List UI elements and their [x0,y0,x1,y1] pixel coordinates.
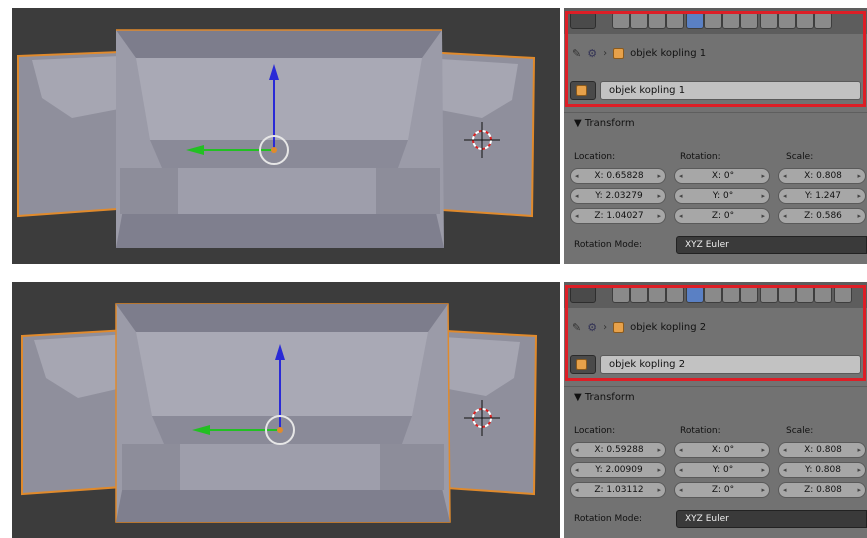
mesh-scene [21,303,538,523]
breadcrumb: ✎ ⚙ › objek kopling 2 [572,316,706,338]
location-x-field[interactable]: ◂ X: 0.59288 ▸ [570,442,666,458]
transform-panel-header[interactable]: ▼ Transform [574,118,635,129]
breadcrumb: ✎ ⚙ › objek kopling 1 [572,42,706,64]
rotation-y-field[interactable]: ◂ Y: 0° ▸ [674,188,770,204]
particles-icon[interactable] [796,286,814,303]
cube-icon [576,85,587,96]
3d-viewport[interactable] [12,282,560,538]
screenshot-top: ✎ ⚙ › objek kopling 1 objek kopling 1 ▼ … [0,8,867,264]
scene-icon[interactable] [648,286,666,303]
rotation-z-field[interactable]: ◂ Z: 0° ▸ [674,482,770,498]
divider [564,386,867,387]
object-icon[interactable] [686,12,704,29]
physics-icon[interactable] [814,12,832,29]
location-z-field[interactable]: ◂ Z: 1.04027 ▸ [570,208,666,224]
breadcrumb-separator: › [603,321,608,333]
object-datablock-button[interactable] [570,81,596,100]
object-name-row: objek kopling 2 [570,355,861,374]
rotation-mode-dropdown[interactable]: XYZ Euler [676,510,867,528]
rotation-x-field[interactable]: ◂ X: 0° ▸ [674,168,770,184]
constraints-icon[interactable] [704,286,722,303]
scene-tree-icon: ⚙ [587,46,598,60]
scale-x-field[interactable]: ◂ X: 0.808 ▸ [778,442,866,458]
breadcrumb-separator: › [603,47,608,59]
location-y-field[interactable]: ◂ Y: 2.03279 ▸ [570,188,666,204]
data-icon[interactable] [740,12,758,29]
scene-tree-icon[interactable] [834,286,852,303]
world-icon[interactable] [666,286,684,303]
mesh-top-rim [116,30,442,58]
object-origin-dot [271,147,277,153]
properties-header [564,8,867,34]
render-icon[interactable] [612,286,630,303]
rotation-y-field[interactable]: ◂ Y: 0° ▸ [674,462,770,478]
transform-panel-header[interactable]: ▼ Transform [574,392,635,403]
data-icon[interactable] [740,286,758,303]
rotation-label: Rotation: [680,426,721,436]
object-name-field[interactable]: objek kopling 2 [600,355,861,374]
scale-x-field[interactable]: ◂ X: 0.808 ▸ [778,168,866,184]
location-label: Location: [574,152,616,162]
object-datablock-button[interactable] [570,355,596,374]
layers-icon[interactable] [630,286,648,303]
pin-icon[interactable]: ✎ [572,321,581,334]
rotation-label: Rotation: [680,152,721,162]
mesh-top-rim [116,304,448,332]
3d-viewport[interactable] [12,8,560,264]
cube-icon [613,47,625,59]
material-icon[interactable] [760,12,778,29]
properties-editor: ✎ ⚙ › objek kopling 1 objek kopling 1 ▼ … [564,8,867,264]
scene-tree-icon: ⚙ [587,320,598,334]
object-origin-dot [277,427,283,433]
rotation-x-field[interactable]: ◂ X: 0° ▸ [674,442,770,458]
rotation-mode-label: Rotation Mode: [574,240,643,250]
location-z-field[interactable]: ◂ Z: 1.03112 ▸ [570,482,666,498]
scale-z-field[interactable]: ◂ Z: 0.586 ▸ [778,208,866,224]
scale-y-field[interactable]: ◂ Y: 1.247 ▸ [778,188,866,204]
rotation-mode-dropdown[interactable]: XYZ Euler [676,236,867,254]
constraints-icon[interactable] [704,12,722,29]
mesh-inner-face [136,58,422,140]
properties-header [564,282,867,308]
modifiers-icon[interactable] [722,286,740,303]
object-name-row: objek kopling 1 [570,81,861,100]
world-icon[interactable] [666,12,684,29]
rotation-mode-label: Rotation Mode: [574,514,643,524]
scale-label: Scale: [786,152,814,162]
object-name-field[interactable]: objek kopling 1 [600,81,861,100]
cube-icon [576,359,587,370]
rotation-z-field[interactable]: ◂ Z: 0° ▸ [674,208,770,224]
physics-icon[interactable] [814,286,832,303]
breadcrumb-object: objek kopling 1 [630,47,707,59]
layers-icon[interactable] [630,12,648,29]
mesh-scene [17,29,536,248]
editor-type-icon[interactable] [570,12,596,29]
location-y-field[interactable]: ◂ Y: 2.00909 ▸ [570,462,666,478]
modifiers-icon[interactable] [722,12,740,29]
particles-icon[interactable] [796,12,814,29]
properties-editor: ✎ ⚙ › objek kopling 2 objek kopling 2 ▼ … [564,282,867,538]
texture-icon[interactable] [778,286,796,303]
pin-icon[interactable]: ✎ [572,47,581,60]
location-x-field[interactable]: ◂ X: 0.65828 ▸ [570,168,666,184]
scale-z-field[interactable]: ◂ Z: 0.808 ▸ [778,482,866,498]
mesh-channel-inner [180,444,380,490]
editor-type-icon[interactable] [570,286,596,303]
divider [564,112,867,113]
breadcrumb-object: objek kopling 2 [630,321,707,333]
mesh-channel-inner [178,168,376,214]
texture-icon[interactable] [778,12,796,29]
material-icon[interactable] [760,286,778,303]
scene-icon[interactable] [648,12,666,29]
render-icon[interactable] [612,12,630,29]
screenshot-bottom: ✎ ⚙ › objek kopling 2 objek kopling 2 ▼ … [0,282,867,538]
scale-y-field[interactable]: ◂ Y: 0.808 ▸ [778,462,866,478]
location-label: Location: [574,426,616,436]
mesh-inner-face [136,332,428,416]
cube-icon [613,321,625,333]
scale-label: Scale: [786,426,814,436]
object-icon[interactable] [686,286,704,303]
